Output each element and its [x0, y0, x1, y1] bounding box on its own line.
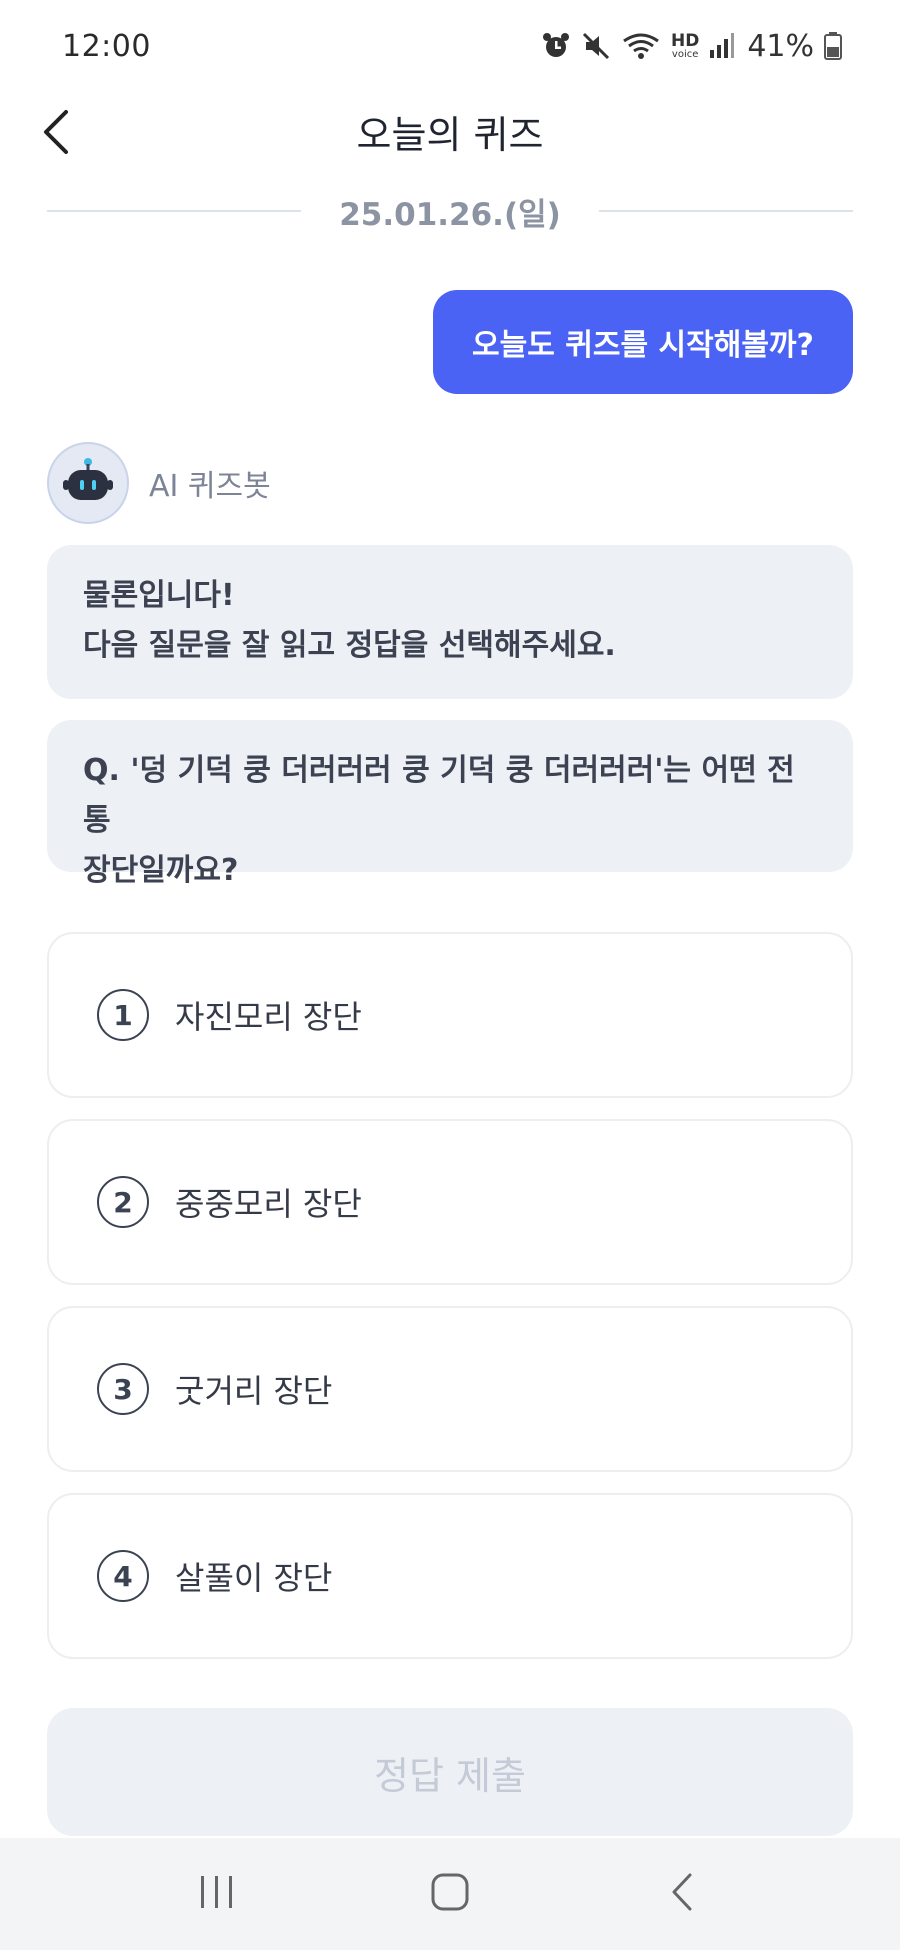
- divider-line-left: [47, 210, 302, 212]
- answer-option-2[interactable]: 2 중중모리 장단: [47, 1119, 853, 1285]
- submit-answer-button[interactable]: 정답 제출: [47, 1708, 853, 1836]
- option-label: 굿거리 장단: [175, 1372, 333, 1410]
- wifi-icon: [621, 31, 661, 61]
- option-label: 자진모리 장단: [175, 998, 362, 1036]
- option-number: 3: [97, 1363, 149, 1415]
- answer-option-4[interactable]: 4 살풀이 장단: [47, 1493, 853, 1659]
- recent-apps-button[interactable]: [177, 1854, 257, 1934]
- alarm-icon: [541, 31, 571, 61]
- robot-icon: [58, 456, 118, 510]
- bot-name: AI 퀴즈봇: [149, 469, 271, 504]
- status-time: 12:00: [62, 28, 151, 64]
- question-bubble: Q. '덩 기덕 쿵 더러러러 쿵 기덕 쿵 더러러러'는 어떤 전통 장단일까…: [47, 720, 853, 888]
- home-button[interactable]: [410, 1854, 490, 1934]
- battery-icon: [824, 31, 842, 61]
- hd-voice-icon: HD voice: [670, 30, 700, 60]
- answer-option-1[interactable]: 1 자진모리 장단: [47, 932, 853, 1098]
- header: 오늘의 퀴즈: [0, 92, 900, 172]
- option-label: 중중모리 장단: [175, 1185, 362, 1223]
- bot-header: AI 퀴즈봇: [47, 442, 271, 524]
- status-bar: 12:00 HD voice 41%: [0, 0, 900, 92]
- answer-option-3[interactable]: 3 굿거리 장단: [47, 1306, 853, 1472]
- system-nav-bar: [0, 1838, 900, 1950]
- avatar: [47, 442, 129, 524]
- option-number: 1: [97, 989, 149, 1041]
- bot-message-line: 물론입니다!: [83, 578, 235, 613]
- option-number: 4: [97, 1550, 149, 1602]
- option-number: 2: [97, 1176, 149, 1228]
- date-label: 25.01.26.(일): [339, 196, 561, 233]
- divider-line-right: [598, 210, 854, 212]
- back-icon: [663, 1872, 703, 1916]
- option-label: 살풀이 장단: [175, 1559, 333, 1597]
- home-icon: [430, 1872, 470, 1916]
- status-icons: HD voice 41%: [541, 29, 842, 64]
- page-title: 오늘의 퀴즈: [356, 113, 544, 157]
- mute-icon: [581, 31, 611, 61]
- battery-percent: 41%: [747, 28, 814, 64]
- hd-voice-sub: voice: [671, 48, 699, 60]
- bot-message-line: 다음 질문을 잘 읽고 정답을 선택해주세요.: [83, 628, 616, 663]
- question-line: 장단일까요?: [83, 853, 239, 888]
- question-line: Q. '덩 기덕 쿵 더러러러 쿵 기덕 쿵 더러러러'는 어떤 전통: [83, 753, 795, 838]
- user-message-bubble: 오늘도 퀴즈를 시작해볼까?: [433, 290, 853, 394]
- signal-icon: [709, 32, 735, 60]
- recent-apps-icon: [197, 1872, 237, 1916]
- bot-message-bubble: 물론입니다! 다음 질문을 잘 읽고 정답을 선택해주세요.: [47, 545, 853, 699]
- date-divider: 25.01.26.(일): [47, 186, 854, 236]
- hd-voice-label: HD: [670, 30, 700, 51]
- nav-back-button[interactable]: [643, 1854, 723, 1934]
